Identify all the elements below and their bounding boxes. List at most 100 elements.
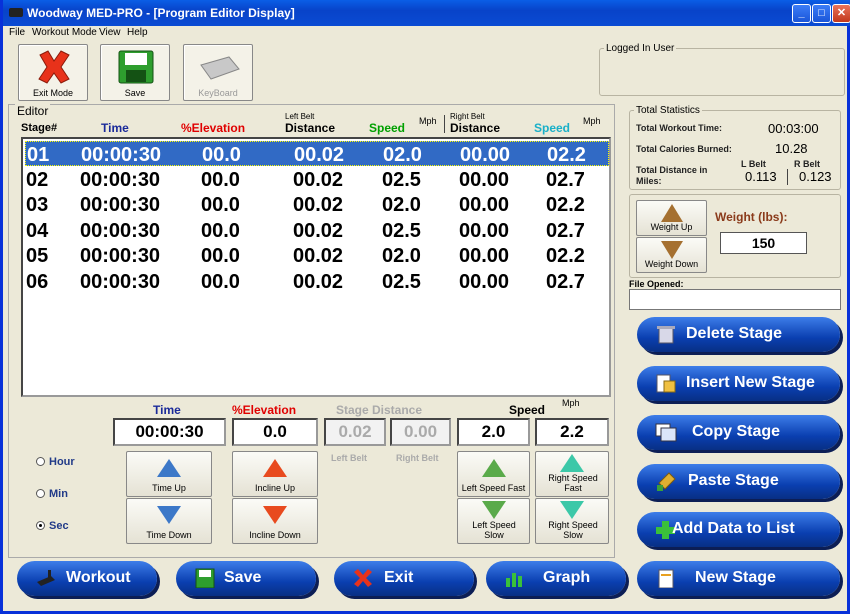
arrow-down-icon <box>263 506 287 524</box>
left-speed-fast-button[interactable]: Left Speed Fast <box>457 451 530 497</box>
unit-sec-radio[interactable]: Sec <box>36 520 69 532</box>
elevation-input[interactable]: 0.0 <box>232 418 318 446</box>
cell-stage: 02 <box>26 168 49 191</box>
col-distance-left: Distance <box>285 121 336 135</box>
cell-stage: 04 <box>26 219 49 242</box>
stage-distance-label: Stage Distance <box>336 403 423 417</box>
cell-stage: 01 <box>27 144 50 166</box>
cell-right-speed: 02.2 <box>547 144 586 166</box>
copy-stage-button[interactable]: Copy Stage <box>637 415 840 450</box>
cell-elevation: 00.0 <box>202 144 241 166</box>
save-toolbar-button[interactable]: Save <box>100 44 170 101</box>
cell-time: 00:00:30 <box>80 270 161 293</box>
close-button[interactable]: ✕ <box>832 4 850 23</box>
weight-up-button[interactable]: Weight Up <box>636 200 707 236</box>
right-belt-label: Right Belt <box>396 453 439 463</box>
right-speed-input[interactable]: 2.2 <box>535 418 609 446</box>
menu-file[interactable]: File <box>9 27 25 38</box>
left-distance-input: 0.02 <box>324 418 386 446</box>
menu-help[interactable]: Help <box>127 27 148 38</box>
insert-document-icon <box>656 374 676 393</box>
weight-down-button[interactable]: Weight Down <box>636 237 707 273</box>
delete-stage-button[interactable]: Delete Stage <box>637 317 840 352</box>
speed-input-label: Speed <box>509 403 546 417</box>
table-row[interactable]: 04 00:00:30 00.0 00.02 02.5 00.00 02.7 <box>25 218 609 243</box>
red-x-icon <box>38 50 70 84</box>
cell-left-distance: 00.02 <box>293 194 344 216</box>
menu-workout-mode[interactable]: Workout Mode <box>32 27 97 38</box>
cell-left-speed: 02.0 <box>382 245 421 267</box>
col-distance-right: Distance <box>450 121 501 135</box>
cell-left-speed: 02.5 <box>382 168 421 191</box>
right-distance-input: 0.00 <box>390 418 451 446</box>
distance-label: Total Distance in <box>636 165 708 175</box>
cell-left-distance: 00.02 <box>293 168 344 191</box>
cell-time: 00:00:30 <box>80 194 161 216</box>
time-input[interactable]: 00:00:30 <box>113 418 226 446</box>
trash-can-icon <box>657 326 675 344</box>
table-row[interactable]: 03 00:00:30 00.0 00.02 02.0 00.00 02.2 <box>25 192 609 217</box>
unit-min-radio[interactable]: Min <box>36 488 68 500</box>
weight-label: Weight (lbs): <box>715 210 788 224</box>
left-speed-input[interactable]: 2.0 <box>457 418 530 446</box>
arrow-down-icon <box>560 501 584 519</box>
cell-right-speed: 02.7 <box>546 168 585 191</box>
cell-stage: 03 <box>26 194 49 216</box>
table-row[interactable]: 01 00:00:30 00.0 00.02 02.0 00.00 02.2 <box>25 141 609 166</box>
keyboard-icon <box>200 56 240 80</box>
arrow-up-icon <box>481 459 506 477</box>
exit-mode-button[interactable]: Exit Mode <box>18 44 88 101</box>
time-up-button[interactable]: Time Up <box>126 451 212 497</box>
graph-button[interactable]: Graph <box>486 561 626 596</box>
cell-right-distance: 00.00 <box>459 270 510 293</box>
arrow-up-icon <box>157 459 181 477</box>
minimize-button[interactable]: _ <box>792 4 811 23</box>
calories-value: 10.28 <box>775 141 808 156</box>
distance-label-miles: Miles: <box>636 176 662 186</box>
right-speed-slow-button[interactable]: Right Speed Slow <box>535 498 609 544</box>
save-bottom-button[interactable]: Save <box>176 561 316 596</box>
table-row[interactable]: 02 00:00:30 00.0 00.02 02.5 00.00 02.7 <box>25 167 609 192</box>
window-title: Woodway MED-PRO - [Program Editor Displa… <box>27 6 295 20</box>
maximize-button[interactable]: □ <box>812 4 831 23</box>
stage-grid[interactable]: 01 00:00:30 00.0 00.02 02.0 00.00 02.2 02 00:00:… <box>21 137 611 397</box>
cell-right-distance: 00.00 <box>459 168 510 191</box>
table-row[interactable]: 05 00:00:30 00.0 00.02 02.0 00.00 02.2 <box>25 243 609 268</box>
col-stage: Stage# <box>21 122 58 134</box>
add-data-to-list-button[interactable]: Add Data to List <box>637 512 840 547</box>
left-speed-slow-button[interactable]: Left Speed Slow <box>457 498 530 544</box>
cell-left-speed: 02.5 <box>382 219 421 242</box>
belt-divider <box>444 115 445 133</box>
menu-view[interactable]: View <box>99 27 121 38</box>
red-x-icon <box>354 569 372 587</box>
right-speed-fast-button[interactable]: Right Speed Fast <box>535 451 609 497</box>
cell-left-distance: 00.02 <box>293 219 344 242</box>
new-stage-button[interactable]: New Stage <box>637 561 840 596</box>
cell-time: 00:00:30 <box>80 168 161 191</box>
main-window: Woodway MED-PRO - [Program Editor Displa… <box>0 0 850 614</box>
time-down-button[interactable]: Time Down <box>126 498 212 544</box>
cell-left-distance: 00.02 <box>293 270 344 293</box>
keyboard-button[interactable]: KeyBoard <box>183 44 253 101</box>
cell-time: 00:00:30 <box>81 144 162 166</box>
time-input-label: Time <box>153 403 181 417</box>
logged-in-user-label: Logged In User <box>604 43 677 54</box>
table-row[interactable]: 06 00:00:30 00.0 00.02 02.5 00.00 02.7 <box>25 269 609 294</box>
paste-stage-button[interactable]: Paste Stage <box>637 464 840 499</box>
arrow-down-icon <box>661 241 683 259</box>
cell-left-distance: 00.02 <box>294 144 345 166</box>
lbelt-label: L Belt <box>741 159 766 169</box>
insert-new-stage-button[interactable]: Insert New Stage <box>637 366 840 401</box>
unit-hour-radio[interactable]: Hour <box>36 456 75 468</box>
col-speed-left: Speed <box>369 121 406 135</box>
incline-down-button[interactable]: Incline Down <box>232 498 318 544</box>
floppy-disk-icon <box>118 50 154 84</box>
exit-bottom-button[interactable]: Exit <box>334 561 474 596</box>
incline-up-button[interactable]: Incline Up <box>232 451 318 497</box>
weight-input[interactable]: 150 <box>720 232 807 254</box>
hour-radio-dot <box>36 457 45 466</box>
workout-time-label: Total Workout Time: <box>636 123 723 133</box>
paint-brush-icon <box>657 472 676 491</box>
workout-button[interactable]: Workout <box>17 561 157 596</box>
col-mph-left: Mph <box>419 116 437 126</box>
